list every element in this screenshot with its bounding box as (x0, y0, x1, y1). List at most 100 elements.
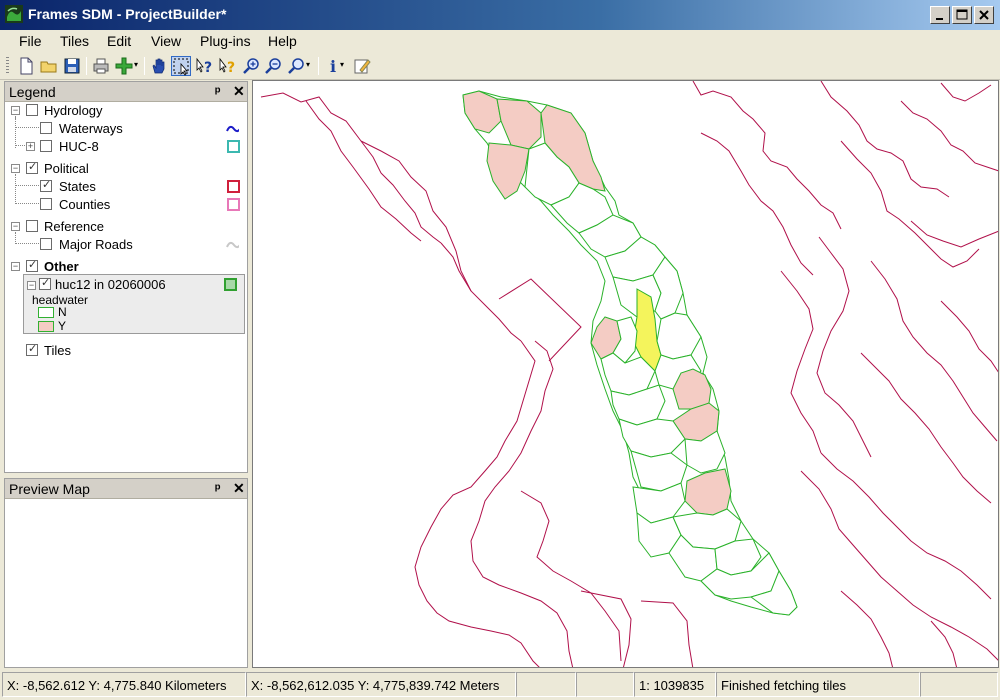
state-boundary-line (305, 100, 422, 242)
class-y-label: Y (58, 319, 67, 333)
layer-checkbox[interactable] (40, 140, 52, 152)
add-layer-icon (115, 57, 133, 75)
group-checkbox[interactable] (26, 104, 38, 116)
preview-close-icon[interactable]: ✕ (233, 480, 245, 497)
zoom-options-button[interactable] (287, 56, 307, 76)
zoom-out-icon (265, 58, 281, 74)
status-empty-3 (920, 672, 998, 697)
state-boundary-line (816, 236, 872, 458)
state-boundary-line (940, 300, 998, 373)
legend-close-icon[interactable]: ✕ (233, 83, 245, 100)
counties-symbol-icon (227, 198, 240, 211)
selected-layer-box[interactable]: − huc12 in 02060006 headwater N Y (23, 274, 245, 334)
map-canvas[interactable] (252, 80, 999, 668)
preview-header: Preview Map ᵖ ✕ (5, 479, 247, 499)
status-empty-1 (516, 672, 576, 697)
layer-checkbox[interactable] (40, 238, 52, 250)
group-checkbox[interactable] (26, 160, 38, 174)
map-svg (260, 81, 998, 667)
open-icon (40, 61, 57, 73)
open-button[interactable] (39, 56, 59, 76)
add-layer-button[interactable] (114, 56, 134, 76)
info-dropdown-icon[interactable]: ▾ (340, 60, 344, 69)
legend-group-reference[interactable]: − Reference (10, 218, 240, 236)
collapse-icon[interactable]: − (11, 106, 20, 115)
svg-text:?: ? (204, 60, 212, 76)
expand-icon[interactable]: + (26, 142, 35, 151)
state-boundary-line (440, 242, 522, 342)
group-checkbox[interactable] (26, 220, 38, 232)
zoom-in-button[interactable] (242, 56, 262, 76)
legend-layer-huc8[interactable]: + HUC-8 (10, 138, 246, 156)
layer-checkbox[interactable] (40, 122, 52, 134)
select-button[interactable] (171, 56, 191, 76)
pan-button[interactable] (149, 56, 169, 76)
class-y-swatch (38, 321, 54, 332)
legend-layer-states[interactable]: States (10, 178, 246, 196)
add-layer-dropdown-icon[interactable]: ▾ (134, 60, 138, 69)
layer-checkbox[interactable] (40, 198, 52, 210)
toolbar-grip[interactable] (6, 57, 9, 75)
menu-plugins[interactable]: Plug-ins (200, 33, 251, 49)
zoom-dropdown-arrow-icon[interactable]: ▾ (306, 60, 310, 69)
collapse-icon[interactable]: − (11, 164, 20, 173)
help-button[interactable]: ? (195, 56, 215, 76)
huc12-symbol-icon (224, 278, 237, 291)
waterway-symbol-icon (226, 125, 239, 133)
legend-layer-waterways[interactable]: Waterways (10, 120, 246, 138)
huc8-symbol-icon (227, 140, 240, 153)
state-boundary-line (860, 352, 992, 504)
state-boundary-line (414, 340, 540, 667)
collapse-icon[interactable]: − (11, 262, 20, 271)
coords-m: X: -8,562,612.035 Y: 4,775,839.742 Meter… (246, 672, 516, 697)
menu-file[interactable]: File (19, 33, 42, 49)
layer-checkbox[interactable] (26, 342, 38, 356)
menu-view[interactable]: View (151, 33, 181, 49)
layer-label: HUC-8 (59, 139, 99, 154)
close-window-button[interactable] (974, 6, 994, 24)
save-button[interactable] (62, 56, 82, 76)
menu-edit[interactable]: Edit (107, 33, 131, 49)
minimize-button[interactable] (930, 6, 950, 24)
layer-checkbox[interactable] (39, 276, 51, 290)
toolbar-separator (318, 57, 319, 75)
print-button[interactable] (91, 56, 111, 76)
app-icon (5, 5, 23, 23)
collapse-icon[interactable]: − (11, 222, 20, 231)
whats-this-button[interactable]: ? (218, 56, 238, 76)
legend-layer-counties[interactable]: Counties (10, 196, 246, 214)
zoom-out-button[interactable] (264, 56, 284, 76)
state-boundary-line (780, 270, 822, 454)
collapse-icon[interactable]: − (27, 281, 36, 290)
pin-icon[interactable]: ᵖ (215, 83, 220, 99)
state-boundary-line (260, 92, 442, 244)
state-boundary-line (820, 81, 950, 198)
legend-layer-tiles[interactable]: Tiles (10, 342, 240, 360)
coords-km: X: -8,562.612 Y: 4,775.840 Kilometers (2, 672, 246, 697)
whats-this-icon: ? (219, 57, 235, 76)
layer-checkbox[interactable] (40, 178, 52, 192)
state-boundary-line (840, 140, 980, 268)
menu-help[interactable]: Help (268, 33, 297, 49)
legend-group-political[interactable]: − Political (10, 160, 240, 178)
title-bar[interactable]: Frames SDM - ProjectBuilder* (0, 0, 1000, 30)
legend-title: Legend (9, 84, 56, 100)
map-scale: 1: 1039835 (634, 672, 716, 697)
legend-layer-major-roads[interactable]: Major Roads (10, 236, 246, 254)
maximize-button[interactable] (952, 6, 972, 24)
new-button[interactable] (16, 56, 36, 76)
edit-button[interactable] (352, 56, 372, 76)
group-checkbox[interactable] (26, 258, 38, 272)
layer-label: Counties (59, 197, 111, 212)
state-boundary-line (870, 260, 998, 442)
group-label: Hydrology (44, 103, 103, 118)
menu-bar: File Tiles Edit View Plug-ins Help (0, 30, 1000, 52)
print-icon (93, 58, 109, 74)
menu-tiles[interactable]: Tiles (60, 33, 89, 49)
state-boundary-line (692, 81, 842, 230)
pin-icon[interactable]: ᵖ (215, 480, 220, 496)
state-boundary-line (498, 278, 582, 362)
legend-group-hydrology[interactable]: − Hydrology (10, 102, 240, 120)
state-boundary-line (470, 340, 574, 667)
close-icon (979, 10, 989, 20)
